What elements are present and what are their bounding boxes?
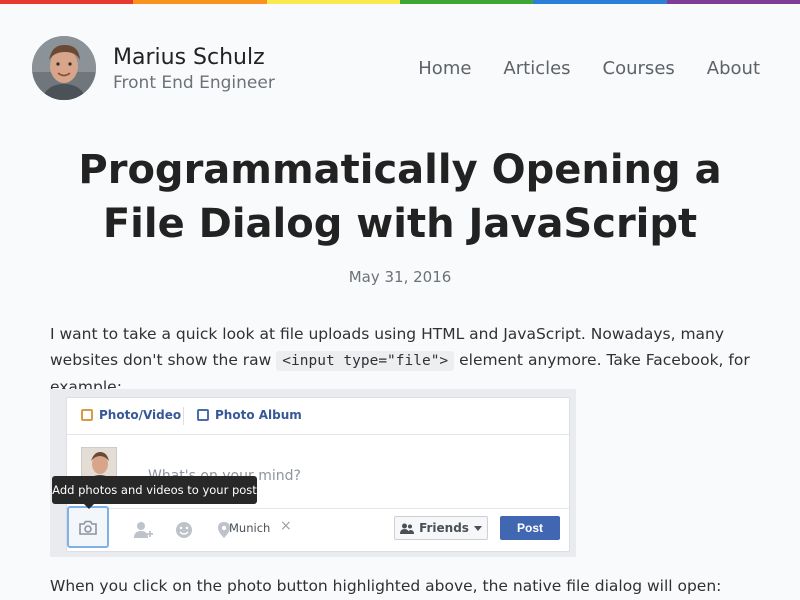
post-button[interactable]: Post xyxy=(500,516,560,540)
audience-selector[interactable]: Friends xyxy=(394,516,488,540)
followup-paragraph: When you click on the photo button highl… xyxy=(50,577,722,595)
add-person-icon xyxy=(134,522,153,538)
photo-tooltip: Add photos and videos to your post xyxy=(52,476,257,509)
friends-icon xyxy=(400,523,415,534)
post-date: May 31, 2016 xyxy=(348,268,452,286)
nav-courses[interactable]: Courses xyxy=(603,58,675,79)
avatar[interactable] xyxy=(32,36,96,100)
location-text: Munich xyxy=(229,521,271,535)
rainbow-segment xyxy=(0,0,134,4)
feeling-button[interactable] xyxy=(170,516,198,544)
inline-code: <input type="file"> xyxy=(276,351,455,371)
tab-divider xyxy=(183,407,184,425)
tab-photo-album[interactable]: Photo Album xyxy=(197,408,302,422)
add-photo-button[interactable] xyxy=(67,506,109,548)
rainbow-segment xyxy=(666,0,800,4)
author-name[interactable]: Marius Schulz xyxy=(113,45,265,70)
rainbow-segment xyxy=(133,0,267,4)
composer-actions: Munich × Friends Post xyxy=(67,506,569,552)
nav-articles[interactable]: Articles xyxy=(503,58,570,79)
main-nav: Home Articles Courses About xyxy=(418,58,760,79)
facebook-composer-screenshot: Photo/Video Photo Album What's on your m… xyxy=(50,389,576,557)
composer-card: Photo/Video Photo Album What's on your m… xyxy=(66,397,570,552)
caret-down-icon xyxy=(473,525,482,531)
audience-label: Friends xyxy=(419,521,469,535)
camera-icon xyxy=(79,520,97,535)
post-title: Programmatically Opening a File Dialog w… xyxy=(78,147,722,247)
nav-about[interactable]: About xyxy=(707,58,760,79)
rainbow-segment xyxy=(399,0,534,4)
rainbow-segment xyxy=(533,0,667,4)
composer-tabs: Photo/Video Photo Album xyxy=(67,398,569,435)
tab-photo-video[interactable]: Photo/Video xyxy=(81,408,181,422)
site-header: Marius Schulz Front End Engineer Home Ar… xyxy=(32,36,768,100)
smiley-icon xyxy=(176,522,192,538)
nav-home[interactable]: Home xyxy=(418,58,471,79)
rainbow-bar xyxy=(0,0,800,4)
photo-icon xyxy=(81,409,93,421)
tab-photo-video-label: Photo/Video xyxy=(99,408,182,422)
clear-location-icon[interactable]: × xyxy=(280,518,292,534)
tag-friends-button[interactable] xyxy=(131,516,159,544)
author-tagline: Front End Engineer xyxy=(113,73,275,93)
rainbow-segment xyxy=(266,0,400,4)
album-icon xyxy=(197,409,209,421)
tab-photo-album-label: Photo Album xyxy=(215,408,302,422)
